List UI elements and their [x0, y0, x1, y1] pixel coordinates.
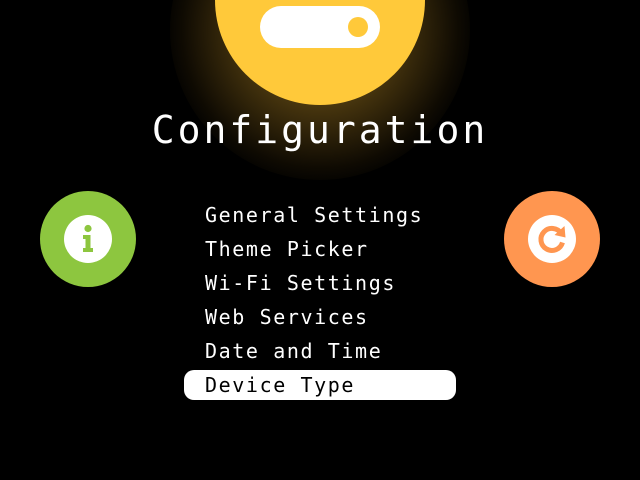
- settings-menu: General Settings Theme Picker Wi-Fi Sett…: [184, 198, 456, 400]
- info-button[interactable]: [40, 191, 136, 287]
- menu-item-general-settings[interactable]: General Settings: [184, 198, 456, 232]
- toggle-knob: [348, 17, 368, 37]
- refresh-button[interactable]: [504, 191, 600, 287]
- menu-item-wifi-settings[interactable]: Wi-Fi Settings: [184, 266, 456, 300]
- refresh-icon: [528, 215, 576, 263]
- info-icon: [64, 215, 112, 263]
- menu-item-date-and-time[interactable]: Date and Time: [184, 334, 456, 368]
- menu-item-device-type[interactable]: Device Type: [184, 370, 456, 400]
- toggle-switch-icon: [260, 6, 380, 48]
- configuration-screen: Configuration General Settings Theme Pic…: [0, 0, 640, 480]
- page-title: Configuration: [151, 108, 489, 152]
- menu-item-theme-picker[interactable]: Theme Picker: [184, 232, 456, 266]
- menu-item-web-services[interactable]: Web Services: [184, 300, 456, 334]
